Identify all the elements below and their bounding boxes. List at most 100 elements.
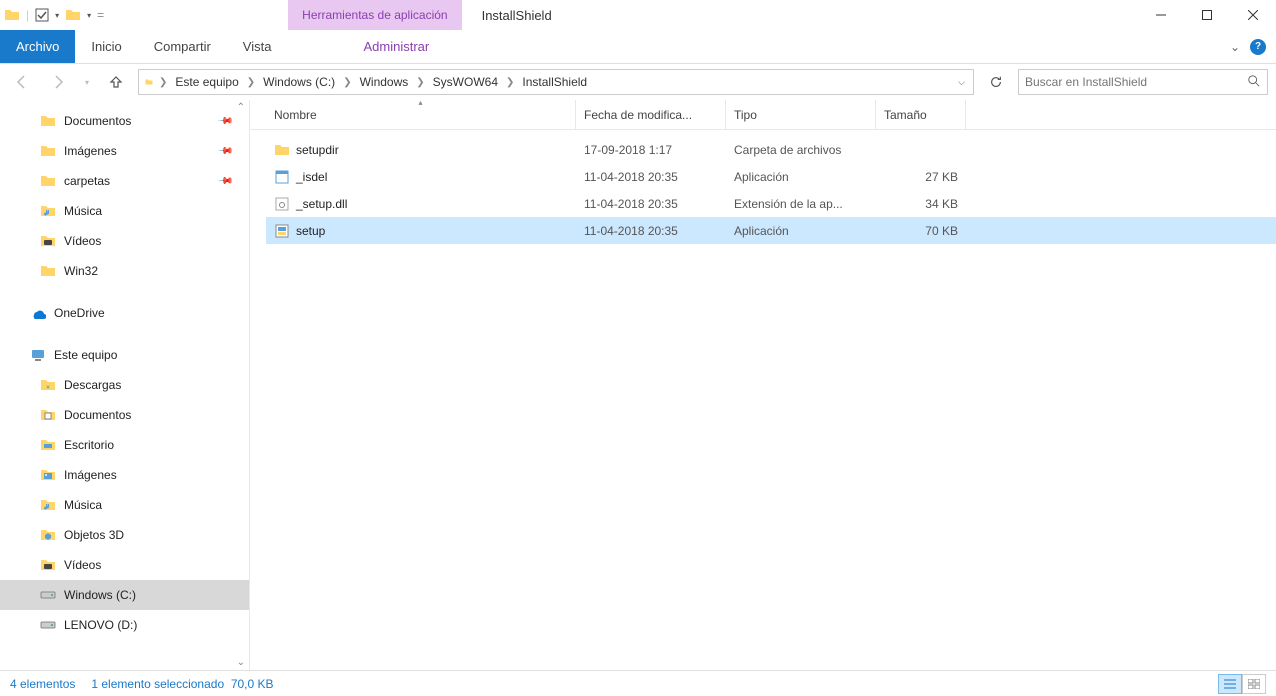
chevron-right-icon[interactable]: ❯	[414, 77, 426, 88]
file-type: Aplicación	[726, 224, 876, 238]
status-selection-size: 70,0 KB	[231, 677, 274, 691]
column-name[interactable]: Nombre ▴	[266, 100, 576, 129]
tree-item-label: Windows (C:)	[64, 588, 136, 602]
tree-item[interactable]: Este equipo	[0, 340, 249, 370]
tree-item-label: Imágenes	[64, 468, 117, 482]
breadcrumb-segment[interactable]: InstallShield	[516, 70, 593, 94]
file-name: _setup.dll	[296, 197, 347, 211]
breadcrumb-segment[interactable]: Windows (C:)	[257, 70, 341, 94]
tree-item[interactable]: LENOVO (D:)	[0, 610, 249, 640]
navigation-tree[interactable]: ⌃ ⌄ Documentos📌Imágenes📌carpetas📌MúsicaV…	[0, 100, 250, 670]
recent-dropdown[interactable]: ▾	[80, 68, 94, 96]
tree-item[interactable]: Documentos	[0, 400, 249, 430]
tree-item[interactable]: Música	[0, 196, 249, 226]
maximize-button[interactable]	[1184, 0, 1230, 30]
breadcrumb-segment[interactable]: Windows	[354, 70, 415, 94]
tree-item-label: carpetas	[64, 174, 110, 188]
qat-overflow[interactable]: =	[97, 8, 104, 22]
tree-item-label: Win32	[64, 264, 98, 278]
file-list-pane: Nombre ▴ Fecha de modifica... Tipo Tamañ…	[250, 100, 1276, 670]
quick-access-toolbar: | ▾ ▾ =	[0, 0, 108, 30]
tree-item-label: Vídeos	[64, 234, 101, 248]
tree-item-label: Este equipo	[54, 348, 117, 362]
file-rows: setupdir17-09-2018 1:17Carpeta de archiv…	[250, 130, 1276, 670]
file-row[interactable]: _isdel11-04-2018 20:35Aplicación27 KB	[266, 163, 1276, 190]
address-dropdown-icon[interactable]: ⌵	[952, 77, 971, 88]
tree-item[interactable]: Imágenes	[0, 460, 249, 490]
qat-dropdown-icon[interactable]: ▾	[87, 11, 91, 20]
tree-item[interactable]: Descargas	[0, 370, 249, 400]
qat-dropdown-icon[interactable]: ▾	[55, 11, 59, 20]
column-date[interactable]: Fecha de modifica...	[576, 100, 726, 129]
chevron-right-icon[interactable]: ❯	[504, 77, 516, 88]
breadcrumb-segment[interactable]: Este equipo	[169, 70, 244, 94]
tree-item-label: Música	[64, 204, 102, 218]
help-button[interactable]: ?	[1250, 39, 1266, 55]
contextual-tab-label: Herramientas de aplicación	[288, 0, 461, 30]
pin-icon: 📌	[216, 143, 233, 160]
tree-item-label: Descargas	[64, 378, 121, 392]
tree-item[interactable]: Escritorio	[0, 430, 249, 460]
file-date: 11-04-2018 20:35	[576, 224, 726, 238]
file-date: 11-04-2018 20:35	[576, 197, 726, 211]
chevron-right-icon[interactable]: ❯	[341, 77, 353, 88]
file-name: _isdel	[296, 170, 327, 184]
file-row[interactable]: _setup.dll11-04-2018 20:35Extensión de l…	[266, 190, 1276, 217]
file-row[interactable]: setupdir17-09-2018 1:17Carpeta de archiv…	[266, 136, 1276, 163]
tree-item[interactable]: Objetos 3D	[0, 520, 249, 550]
tree-item-label: OneDrive	[54, 306, 105, 320]
pin-icon: 📌	[216, 173, 233, 190]
search-input[interactable]	[1025, 75, 1247, 89]
address-bar[interactable]: ❯ Este equipo ❯ Windows (C:) ❯ Windows ❯…	[138, 69, 974, 95]
tab-share[interactable]: Compartir	[138, 30, 227, 63]
view-details-button[interactable]	[1218, 674, 1242, 694]
file-type: Carpeta de archivos	[726, 143, 876, 157]
tree-item-label: LENOVO (D:)	[64, 618, 137, 632]
ribbon-expand-icon[interactable]: ⌄	[1230, 40, 1240, 54]
close-button[interactable]	[1230, 0, 1276, 30]
tab-file[interactable]: Archivo	[0, 30, 75, 63]
column-name-label: Nombre	[274, 108, 317, 122]
search-box[interactable]	[1018, 69, 1268, 95]
tree-item[interactable]: Música	[0, 490, 249, 520]
folder-icon	[4, 7, 20, 23]
status-item-count: 4 elementos	[10, 677, 75, 691]
minimize-button[interactable]	[1138, 0, 1184, 30]
chevron-right-icon[interactable]: ❯	[157, 77, 169, 88]
file-size: 34 KB	[876, 197, 966, 211]
up-button[interactable]	[102, 68, 130, 96]
folder-icon	[141, 70, 157, 94]
tab-view[interactable]: Vista	[227, 30, 288, 63]
tree-item[interactable]: Documentos📌	[0, 106, 249, 136]
search-icon[interactable]	[1247, 74, 1261, 91]
file-type: Aplicación	[726, 170, 876, 184]
chevron-right-icon[interactable]: ❯	[245, 77, 257, 88]
column-size[interactable]: Tamaño	[876, 100, 966, 129]
tree-item-label: Imágenes	[64, 144, 117, 158]
tree-item[interactable]: Windows (C:)	[0, 580, 249, 610]
tree-item[interactable]: Imágenes 📌	[0, 136, 249, 166]
tree-item[interactable]: Win32	[0, 256, 249, 286]
column-type[interactable]: Tipo	[726, 100, 876, 129]
scroll-down-icon[interactable]: ⌄	[237, 657, 245, 668]
status-bar: 4 elementos 1 elemento seleccionado 70,0…	[0, 670, 1276, 696]
file-size: 27 KB	[876, 170, 966, 184]
refresh-button[interactable]	[982, 69, 1010, 95]
tree-item[interactable]: OneDrive	[0, 298, 249, 328]
file-row[interactable]: setup11-04-2018 20:35Aplicación70 KB	[266, 217, 1276, 244]
tree-item[interactable]: carpetas 📌	[0, 166, 249, 196]
forward-button[interactable]	[44, 68, 72, 96]
tree-item[interactable]: Vídeos	[0, 550, 249, 580]
breadcrumb-segment[interactable]: SysWOW64	[427, 70, 504, 94]
view-large-icons-button[interactable]	[1242, 674, 1266, 694]
tree-item[interactable]: Vídeos	[0, 226, 249, 256]
tree-item-label: Documentos	[64, 114, 131, 128]
tab-manage[interactable]: Administrar	[347, 30, 445, 63]
checkbox-icon[interactable]	[35, 8, 49, 22]
tab-home[interactable]: Inicio	[75, 30, 137, 63]
ribbon-tabs: Archivo Inicio Compartir Vista Administr…	[0, 30, 1276, 64]
file-size: 70 KB	[876, 224, 966, 238]
back-button[interactable]	[8, 68, 36, 96]
status-selection-text: 1 elemento seleccionado	[91, 677, 224, 691]
tree-item-label: Música	[64, 498, 102, 512]
